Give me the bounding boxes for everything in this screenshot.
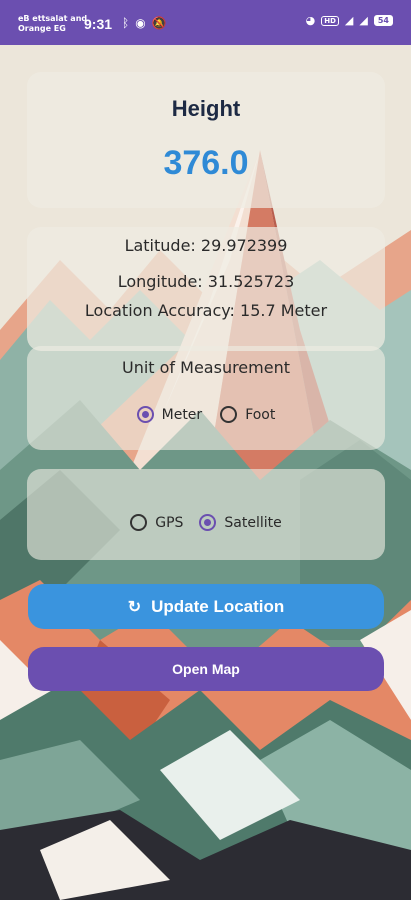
- location-card: Latitude: 29.972399 Longitude: 31.525723…: [27, 227, 385, 351]
- radio-satellite-label: Satellite: [224, 514, 282, 531]
- open-map-label: Open Map: [172, 661, 240, 677]
- carrier-label: eB ettsalat and Orange EG: [18, 14, 87, 34]
- open-map-button[interactable]: Open Map: [28, 647, 384, 691]
- longitude-text: Longitude: 31.525723: [117, 272, 295, 291]
- radio-foot-indicator[interactable]: [220, 406, 238, 423]
- height-card: Height 376.0: [27, 72, 385, 208]
- battery-level: 54: [373, 15, 393, 26]
- height-label: Height: [171, 96, 241, 121]
- status-icons-left: ᛒ ◉ 🔕: [122, 16, 167, 30]
- unit-title: Unit of Measurement: [121, 358, 290, 377]
- source-card: GPS Satellite: [27, 469, 385, 560]
- bluetooth-icon: ᛒ: [122, 16, 130, 30]
- location-icon: ◉: [135, 16, 146, 30]
- carrier-line-1: eB ettsalat and: [18, 14, 88, 23]
- radio-satellite-indicator[interactable]: [199, 514, 217, 531]
- radio-foot[interactable]: Foot: [220, 406, 275, 423]
- update-location-button[interactable]: ↻ Update Location: [28, 584, 384, 629]
- radio-gps[interactable]: GPS: [130, 514, 183, 531]
- radio-meter[interactable]: Meter: [136, 406, 203, 423]
- source-radio-group: GPS Satellite: [27, 514, 385, 531]
- radio-meter-label: Meter: [161, 406, 203, 423]
- radio-gps-label: GPS: [155, 514, 184, 531]
- unit-card: Unit of Measurement Meter Foot: [27, 346, 385, 450]
- wifi-icon: ◕: [305, 14, 316, 27]
- status-bar: eB ettsalat and Orange EG 9:31 ᛒ ◉ 🔕 ◕ H…: [0, 0, 411, 45]
- clock: 9:31: [84, 16, 113, 32]
- unit-radio-group: Meter Foot: [27, 406, 385, 423]
- signal-icon-2: ◢: [359, 14, 368, 27]
- radio-satellite[interactable]: Satellite: [199, 514, 282, 531]
- radio-gps-indicator[interactable]: [130, 514, 148, 531]
- mute-icon: 🔕: [151, 16, 167, 30]
- accuracy-text: Location Accuracy: 15.7 Meter: [84, 301, 328, 320]
- refresh-icon: ↻: [127, 598, 142, 616]
- status-icons-right: ◕ HD ◢ ◢ 54: [306, 14, 393, 27]
- latitude-text: Latitude: 29.972399: [124, 236, 288, 255]
- update-location-label: Update Location: [151, 596, 285, 616]
- carrier-line-2: Orange EG: [18, 24, 66, 33]
- hd-badge: HD: [321, 15, 339, 26]
- radio-meter-indicator[interactable]: [136, 406, 154, 423]
- height-value: 376.0: [163, 144, 249, 182]
- signal-icon-1: ◢: [344, 14, 354, 27]
- radio-foot-label: Foot: [245, 406, 276, 423]
- battery-icon: 54: [373, 15, 393, 26]
